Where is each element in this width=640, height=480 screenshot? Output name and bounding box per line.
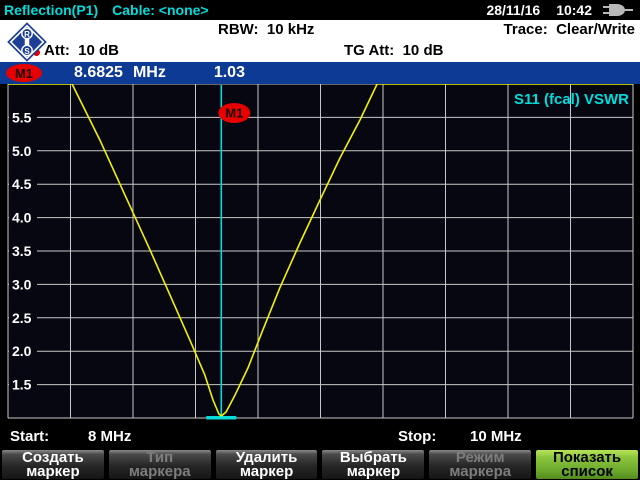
softkey-select-marker[interactable]: Выбрать маркер bbox=[321, 449, 426, 480]
softkey-label: маркера bbox=[128, 462, 191, 480]
tg-attenuation-setting: TG Att: 10 dB bbox=[344, 42, 444, 59]
svg-text:4.5: 4.5 bbox=[12, 176, 32, 192]
svg-text:S: S bbox=[24, 47, 30, 56]
start-freq-label: Start: bbox=[10, 428, 50, 445]
softkey-show-list[interactable]: Показать список bbox=[535, 449, 639, 480]
svg-text:R: R bbox=[24, 30, 30, 39]
stop-freq-value: 10 MHz bbox=[470, 428, 522, 445]
softkey-marker-mode[interactable]: Режим маркера bbox=[428, 449, 533, 480]
softkey-bar: Создать маркер Тип маркера Удалить марке… bbox=[0, 448, 640, 480]
marker-frequency-unit: MHz bbox=[132, 64, 166, 81]
softkey-marker-type[interactable]: Тип маркера bbox=[107, 449, 212, 480]
marker-vswr-value: 1.03 bbox=[213, 64, 245, 81]
svg-text:S11 (fcal) VSWR: S11 (fcal) VSWR bbox=[514, 91, 629, 108]
svg-text:1.5: 1.5 bbox=[12, 377, 32, 393]
svg-text:3.0: 3.0 bbox=[12, 276, 32, 292]
attenuation-setting: Att: 10 dB bbox=[44, 42, 119, 59]
softkey-label: маркера bbox=[449, 462, 512, 480]
softkey-new-marker[interactable]: Создать маркер bbox=[1, 449, 105, 480]
softkey-delete-marker[interactable]: Удалить маркер bbox=[214, 449, 319, 480]
softkey-label: маркер bbox=[26, 462, 80, 480]
svg-text:2.5: 2.5 bbox=[12, 310, 32, 326]
rohde-schwarz-logo-icon: R S bbox=[4, 22, 50, 67]
svg-text:M1: M1 bbox=[225, 106, 243, 121]
rbw-setting: RBW: 10 kHz bbox=[218, 21, 315, 38]
marker-m1-badge: M1 bbox=[6, 64, 42, 82]
svg-text:5.0: 5.0 bbox=[12, 143, 32, 159]
softkey-label: маркер bbox=[346, 462, 401, 480]
softkey-label: маркер bbox=[239, 462, 294, 480]
settings-row-2: Att: 10 dB TG Att: 10 dB bbox=[0, 41, 640, 62]
trace-mode-setting: Trace: Clear/Write bbox=[503, 21, 635, 38]
svg-text:3.5: 3.5 bbox=[12, 243, 32, 259]
svg-text:2.0: 2.0 bbox=[12, 343, 32, 359]
svg-text:5.5: 5.5 bbox=[12, 109, 32, 125]
settings-row-1: RBW: 10 kHz Trace: Clear/Write bbox=[0, 20, 640, 41]
measurement-title: Reflection(P1) bbox=[4, 2, 99, 18]
svg-text:4.0: 4.0 bbox=[12, 210, 32, 226]
stop-freq-label: Stop: bbox=[398, 428, 437, 445]
marker-readout-bar: M1 8.6825 MHz 1.03 bbox=[0, 62, 640, 84]
softkey-label: список bbox=[561, 462, 613, 480]
marker-frequency: 8.6825 bbox=[74, 64, 123, 81]
vswr-trace-chart: 5.5 5.0 4.5 4.0 3.5 3.0 2.5 2.0 1.5 M1 S11 (fcal) … bbox=[0, 83, 640, 426]
date-text: 28/11/16 bbox=[486, 2, 541, 18]
ac-power-plug-icon bbox=[602, 3, 634, 17]
cable-status: Cable: <none> bbox=[112, 2, 209, 18]
frequency-range-bar: Start: 8 MHz Stop: 10 MHz bbox=[0, 426, 640, 448]
title-bar: Reflection(P1) Cable: <none> 28/11/16 10… bbox=[0, 0, 640, 20]
analyzer-screen: Reflection(P1) Cable: <none> 28/11/16 10… bbox=[0, 0, 640, 480]
start-freq-value: 8 MHz bbox=[88, 428, 132, 445]
time-text: 10:42 bbox=[556, 2, 592, 18]
